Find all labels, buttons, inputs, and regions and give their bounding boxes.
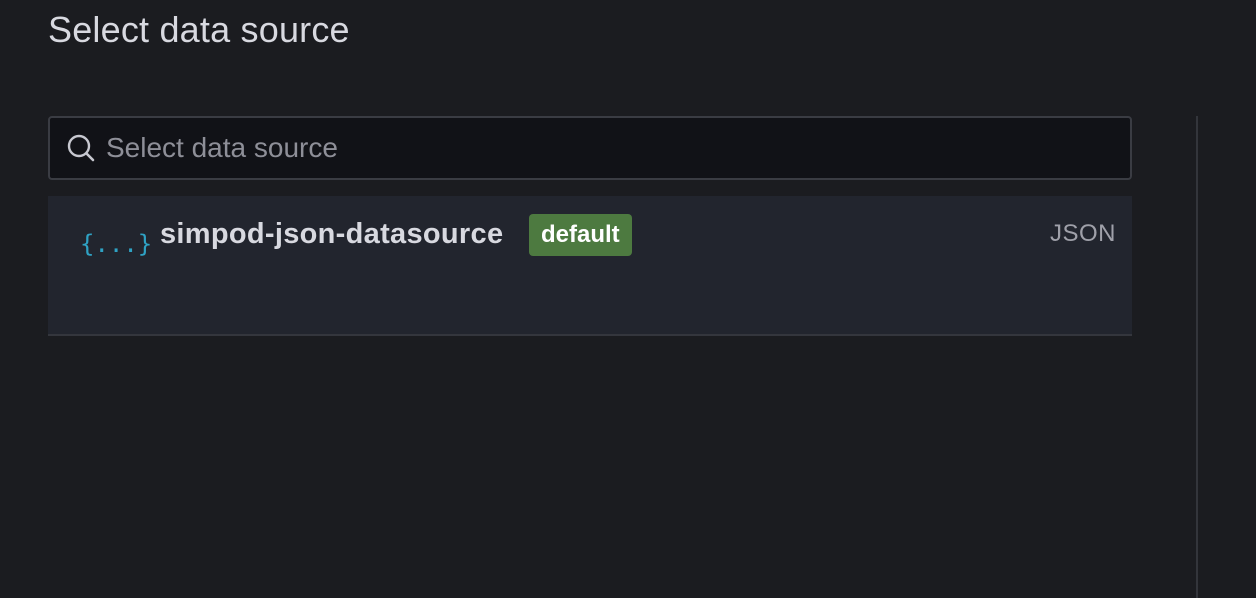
datasource-item[interactable]: {...} simpod-json-datasource default JSO… — [48, 196, 1132, 336]
search-field[interactable] — [48, 116, 1132, 180]
default-badge: default — [529, 214, 632, 256]
page-title: Select data source — [48, 9, 350, 50]
datasource-type: JSON — [1049, 220, 1116, 247]
search-icon — [66, 133, 96, 163]
search-input[interactable] — [106, 118, 1130, 178]
json-braces-icon: {...} — [80, 230, 153, 258]
select-data-source-page: Select data source {...} simpod-json-dat… — [0, 0, 1256, 598]
panel-divider — [1196, 116, 1198, 598]
datasource-name: simpod-json-datasource — [160, 218, 504, 250]
datasource-list: {...} simpod-json-datasource default JSO… — [48, 196, 1132, 336]
